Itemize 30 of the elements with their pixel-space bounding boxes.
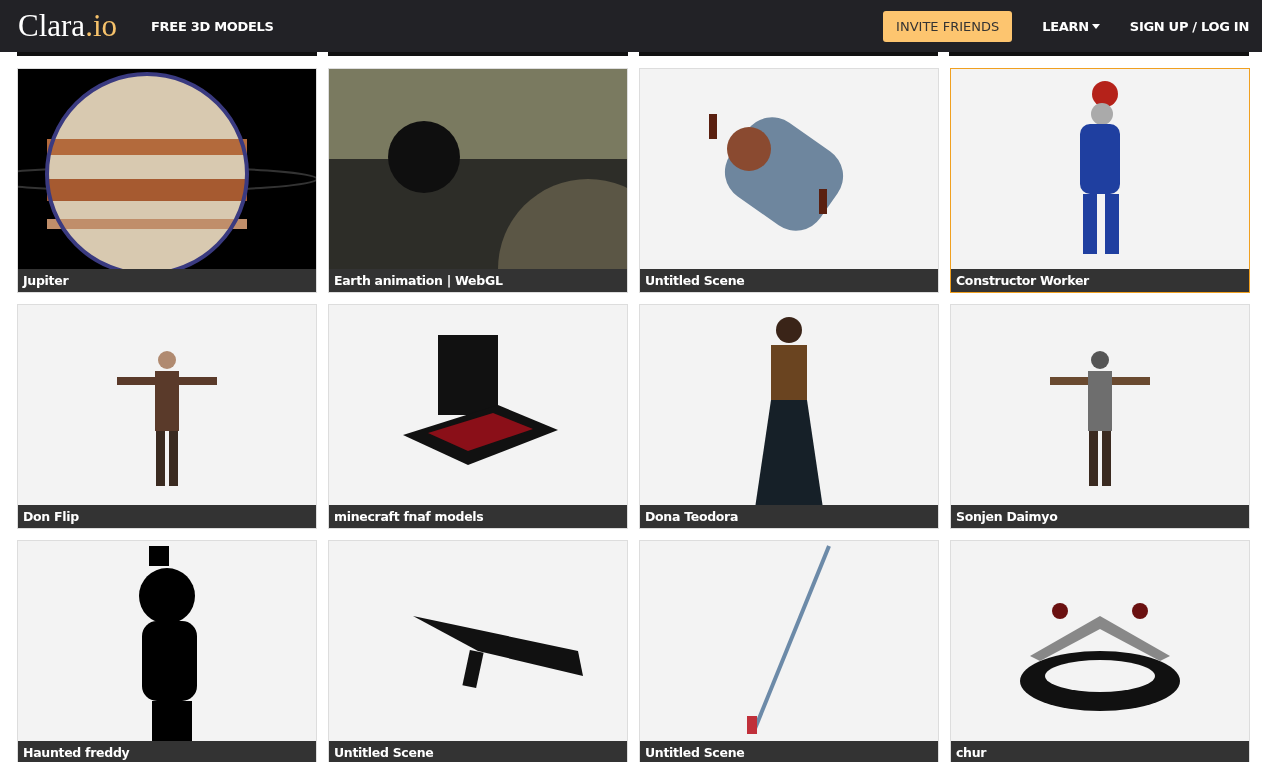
- nav-link[interactable]: FREE 3D MODELS: [151, 18, 274, 34]
- model-card[interactable]: chur: [950, 540, 1250, 762]
- model-card[interactable]: minecraft fnaf models: [328, 304, 628, 529]
- model-card[interactable]: Untitled Scene: [639, 68, 939, 293]
- learn-menu[interactable]: LEARN: [1042, 18, 1100, 34]
- model-title: Sonjen Daimyo: [951, 505, 1249, 528]
- model-card[interactable]: Earth animation | WebGL: [328, 68, 628, 293]
- invite-button[interactable]: INVITE FRIENDS: [883, 10, 1013, 42]
- logo[interactable]: Clara.io: [18, 8, 117, 44]
- model-card[interactable]: Untitled Scene: [639, 540, 939, 762]
- caret-icon: [1091, 23, 1100, 29]
- model-title: Untitled Scene: [640, 269, 938, 292]
- model-title: Constructor Worker: [951, 269, 1249, 292]
- model-title: minecraft fnaf models: [329, 505, 627, 528]
- model-card[interactable]: Haunted freddy: [17, 540, 317, 762]
- model-title: Untitled Scene: [640, 741, 938, 762]
- model-title: Jupiter: [18, 269, 316, 292]
- model-card[interactable]: Don Flip: [17, 304, 317, 529]
- model-card[interactable]: Untitled Scene: [328, 540, 628, 762]
- model-card[interactable]: Dona Teodora: [639, 304, 939, 529]
- model-title: Earth animation | WebGL: [329, 269, 627, 292]
- model-title: Untitled Scene: [329, 741, 627, 762]
- model-title: Dona Teodora: [640, 505, 938, 528]
- model-card[interactable]: Sonjen Daimyo: [950, 304, 1250, 529]
- model-title: chur: [951, 741, 1249, 762]
- model-card[interactable]: Constructor Worker: [950, 68, 1250, 293]
- model-card[interactable]: Jupiter: [17, 68, 317, 293]
- model-title: Don Flip: [18, 505, 316, 528]
- model-title: Haunted freddy: [18, 741, 316, 762]
- sign-up-link[interactable]: SIGN UP / LOG IN: [1129, 18, 1249, 34]
